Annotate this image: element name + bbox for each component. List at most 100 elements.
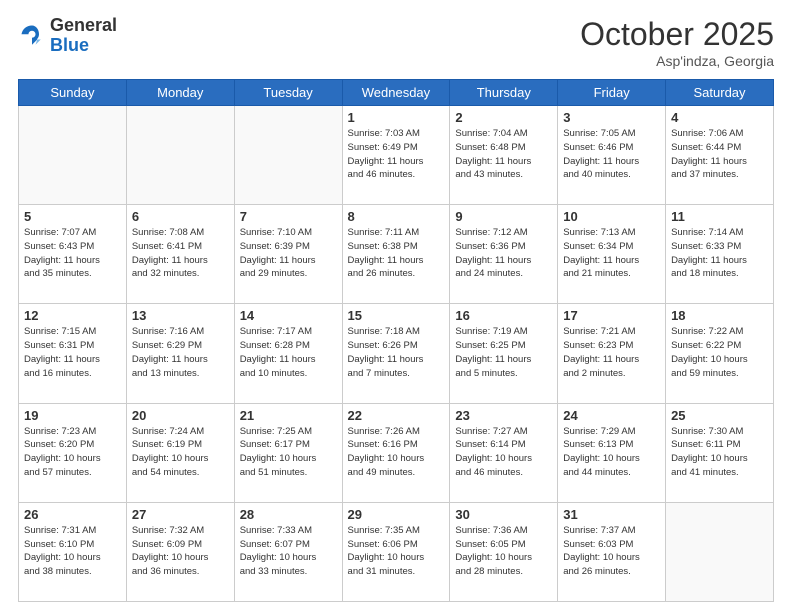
day-number: 17 <box>563 308 660 323</box>
day-info: Sunrise: 7:25 AM Sunset: 6:17 PM Dayligh… <box>240 425 337 480</box>
day-number: 5 <box>24 209 121 224</box>
day-number: 26 <box>24 507 121 522</box>
month-title: October 2025 <box>580 16 774 53</box>
table-cell: 19 Sunrise: 7:23 AM Sunset: 6:20 PM Dayli… <box>19 403 127 502</box>
col-wednesday: Wednesday <box>342 80 450 106</box>
day-info: Sunrise: 7:06 AM Sunset: 6:44 PM Dayligh… <box>671 127 768 182</box>
day-info: Sunrise: 7:11 AM Sunset: 6:38 PM Dayligh… <box>348 226 445 281</box>
week-row-2: 5 Sunrise: 7:07 AM Sunset: 6:43 PM Daylig… <box>19 205 774 304</box>
table-cell <box>19 106 127 205</box>
day-info: Sunrise: 7:32 AM Sunset: 6:09 PM Dayligh… <box>132 524 229 579</box>
day-info: Sunrise: 7:31 AM Sunset: 6:10 PM Dayligh… <box>24 524 121 579</box>
day-info: Sunrise: 7:15 AM Sunset: 6:31 PM Dayligh… <box>24 325 121 380</box>
logo-icon <box>18 22 46 50</box>
logo-text: General Blue <box>50 16 117 56</box>
day-number: 14 <box>240 308 337 323</box>
table-cell: 13 Sunrise: 7:16 AM Sunset: 6:29 PM Dayli… <box>126 304 234 403</box>
week-row-1: 1Sunrise: 7:03 AM Sunset: 6:49 PM Daylig… <box>19 106 774 205</box>
day-info: Sunrise: 7:24 AM Sunset: 6:19 PM Dayligh… <box>132 425 229 480</box>
table-cell: 12 Sunrise: 7:15 AM Sunset: 6:31 PM Dayli… <box>19 304 127 403</box>
table-cell: 17 Sunrise: 7:21 AM Sunset: 6:23 PM Dayli… <box>558 304 666 403</box>
day-number: 10 <box>563 209 660 224</box>
day-info: Sunrise: 7:27 AM Sunset: 6:14 PM Dayligh… <box>455 425 552 480</box>
day-info: Sunrise: 7:03 AM Sunset: 6:49 PM Dayligh… <box>348 127 445 182</box>
table-cell: 16Sunrise: 7:19 AM Sunset: 6:25 PM Dayli… <box>450 304 558 403</box>
day-number: 3 <box>563 110 660 125</box>
day-info: Sunrise: 7:12 AM Sunset: 6:36 PM Dayligh… <box>455 226 552 281</box>
table-cell: 1Sunrise: 7:03 AM Sunset: 6:49 PM Daylig… <box>342 106 450 205</box>
logo: General Blue <box>18 16 117 56</box>
table-cell: 15 Sunrise: 7:18 AM Sunset: 6:26 PM Dayli… <box>342 304 450 403</box>
calendar-table: Sunday Monday Tuesday Wednesday Thursday… <box>18 79 774 602</box>
table-cell: 26 Sunrise: 7:31 AM Sunset: 6:10 PM Dayli… <box>19 502 127 601</box>
day-number: 25 <box>671 408 768 423</box>
day-number: 19 <box>24 408 121 423</box>
day-info: Sunrise: 7:18 AM Sunset: 6:26 PM Dayligh… <box>348 325 445 380</box>
day-number: 11 <box>671 209 768 224</box>
day-info: Sunrise: 7:21 AM Sunset: 6:23 PM Dayligh… <box>563 325 660 380</box>
table-cell: 7 Sunrise: 7:10 AM Sunset: 6:39 PM Daylig… <box>234 205 342 304</box>
table-cell: 28Sunrise: 7:33 AM Sunset: 6:07 PM Dayli… <box>234 502 342 601</box>
table-cell: 22 Sunrise: 7:26 AM Sunset: 6:16 PM Dayli… <box>342 403 450 502</box>
day-info: Sunrise: 7:23 AM Sunset: 6:20 PM Dayligh… <box>24 425 121 480</box>
day-info: Sunrise: 7:05 AM Sunset: 6:46 PM Dayligh… <box>563 127 660 182</box>
day-info: Sunrise: 7:13 AM Sunset: 6:34 PM Dayligh… <box>563 226 660 281</box>
day-info: Sunrise: 7:16 AM Sunset: 6:29 PM Dayligh… <box>132 325 229 380</box>
table-cell: 18Sunrise: 7:22 AM Sunset: 6:22 PM Dayli… <box>666 304 774 403</box>
col-tuesday: Tuesday <box>234 80 342 106</box>
location: Asp'indza, Georgia <box>580 53 774 69</box>
day-info: Sunrise: 7:04 AM Sunset: 6:48 PM Dayligh… <box>455 127 552 182</box>
table-cell: 20Sunrise: 7:24 AM Sunset: 6:19 PM Dayli… <box>126 403 234 502</box>
col-friday: Friday <box>558 80 666 106</box>
table-cell: 14 Sunrise: 7:17 AM Sunset: 6:28 PM Dayli… <box>234 304 342 403</box>
day-number: 9 <box>455 209 552 224</box>
day-info: Sunrise: 7:36 AM Sunset: 6:05 PM Dayligh… <box>455 524 552 579</box>
table-cell: 5 Sunrise: 7:07 AM Sunset: 6:43 PM Daylig… <box>19 205 127 304</box>
day-number: 29 <box>348 507 445 522</box>
day-info: Sunrise: 7:10 AM Sunset: 6:39 PM Dayligh… <box>240 226 337 281</box>
table-cell: 25 Sunrise: 7:30 AM Sunset: 6:11 PM Dayli… <box>666 403 774 502</box>
table-cell: 23Sunrise: 7:27 AM Sunset: 6:14 PM Dayli… <box>450 403 558 502</box>
day-number: 15 <box>348 308 445 323</box>
day-number: 8 <box>348 209 445 224</box>
day-info: Sunrise: 7:30 AM Sunset: 6:11 PM Dayligh… <box>671 425 768 480</box>
day-number: 27 <box>132 507 229 522</box>
day-number: 18 <box>671 308 768 323</box>
day-number: 24 <box>563 408 660 423</box>
table-cell: 31 Sunrise: 7:37 AM Sunset: 6:03 PM Dayli… <box>558 502 666 601</box>
day-info: Sunrise: 7:26 AM Sunset: 6:16 PM Dayligh… <box>348 425 445 480</box>
day-number: 2 <box>455 110 552 125</box>
day-number: 31 <box>563 507 660 522</box>
table-cell: 4 Sunrise: 7:06 AM Sunset: 6:44 PM Daylig… <box>666 106 774 205</box>
day-number: 12 <box>24 308 121 323</box>
day-number: 6 <box>132 209 229 224</box>
table-cell: 9 Sunrise: 7:12 AM Sunset: 6:36 PM Daylig… <box>450 205 558 304</box>
day-info: Sunrise: 7:07 AM Sunset: 6:43 PM Dayligh… <box>24 226 121 281</box>
table-cell: 8 Sunrise: 7:11 AM Sunset: 6:38 PM Daylig… <box>342 205 450 304</box>
title-block: October 2025 Asp'indza, Georgia <box>580 16 774 69</box>
logo-blue-text: Blue <box>50 35 89 55</box>
col-saturday: Saturday <box>666 80 774 106</box>
day-info: Sunrise: 7:14 AM Sunset: 6:33 PM Dayligh… <box>671 226 768 281</box>
day-info: Sunrise: 7:19 AM Sunset: 6:25 PM Dayligh… <box>455 325 552 380</box>
table-cell: 6 Sunrise: 7:08 AM Sunset: 6:41 PM Daylig… <box>126 205 234 304</box>
day-number: 21 <box>240 408 337 423</box>
page: General Blue October 2025 Asp'indza, Geo… <box>0 0 792 612</box>
day-info: Sunrise: 7:08 AM Sunset: 6:41 PM Dayligh… <box>132 226 229 281</box>
day-info: Sunrise: 7:29 AM Sunset: 6:13 PM Dayligh… <box>563 425 660 480</box>
table-cell: 3 Sunrise: 7:05 AM Sunset: 6:46 PM Daylig… <box>558 106 666 205</box>
table-cell: 2 Sunrise: 7:04 AM Sunset: 6:48 PM Daylig… <box>450 106 558 205</box>
day-number: 13 <box>132 308 229 323</box>
day-number: 7 <box>240 209 337 224</box>
day-number: 22 <box>348 408 445 423</box>
table-cell: 30 Sunrise: 7:36 AM Sunset: 6:05 PM Dayli… <box>450 502 558 601</box>
table-cell <box>666 502 774 601</box>
day-number: 30 <box>455 507 552 522</box>
day-info: Sunrise: 7:17 AM Sunset: 6:28 PM Dayligh… <box>240 325 337 380</box>
table-cell: 11 Sunrise: 7:14 AM Sunset: 6:33 PM Dayli… <box>666 205 774 304</box>
week-row-5: 26 Sunrise: 7:31 AM Sunset: 6:10 PM Dayli… <box>19 502 774 601</box>
day-number: 28 <box>240 507 337 522</box>
table-cell <box>234 106 342 205</box>
day-number: 4 <box>671 110 768 125</box>
day-info: Sunrise: 7:37 AM Sunset: 6:03 PM Dayligh… <box>563 524 660 579</box>
